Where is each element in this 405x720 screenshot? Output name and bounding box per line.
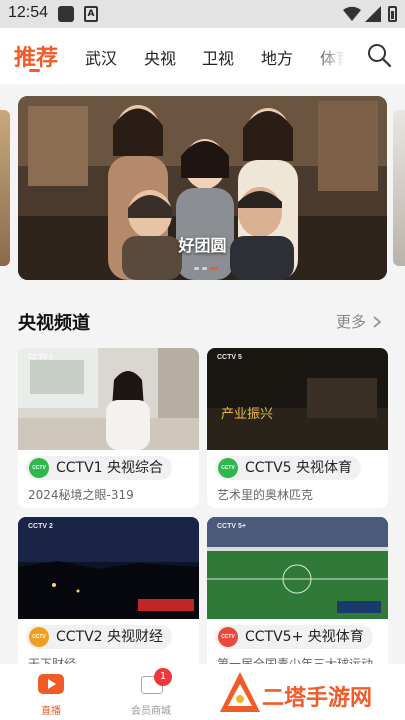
tab-scroll-fade	[312, 28, 356, 84]
tab-satellite[interactable]: 卫视	[202, 45, 234, 69]
channel-card-cctv2[interactable]: CCTV 2 CCTV CCTV2 央视财经 天下财经	[18, 517, 199, 677]
search-icon[interactable]	[366, 42, 392, 68]
more-label: 更多	[336, 313, 367, 331]
channel-name-chip: CCTV CCTV1 央视综合	[26, 456, 173, 480]
carousel-dot	[194, 267, 199, 270]
channel-card-cctv1[interactable]: CCTV 1 CCTV CCTV1 央视综合 2024秘境之眼-319	[18, 348, 199, 508]
carousel-dots	[194, 258, 221, 277]
battery-icon	[388, 6, 397, 22]
program-title: 艺术里的奥林匹克	[217, 488, 314, 502]
cctv-watermark: CCTV 5+	[217, 523, 246, 530]
program-title: 2024秘境之眼-319	[28, 488, 134, 502]
watermark-text: 二塔手游网	[262, 686, 373, 711]
svg-text:产业振兴: 产业振兴	[221, 407, 273, 422]
notification-icon	[58, 6, 74, 22]
wifi-icon	[343, 6, 361, 22]
more-link[interactable]: 更多	[336, 311, 383, 332]
channel-name: CCTV1 央视综合	[56, 460, 164, 476]
nav-shop-label: 会员商城	[131, 706, 171, 717]
channel-name: CCTV5 央视体育	[245, 460, 353, 476]
cctv-watermark: CCTV 5	[217, 354, 242, 361]
tab-local[interactable]: 地方	[261, 45, 293, 69]
category-tab-bar: 推荐 武汉 央视 卫视 地方 体育	[0, 28, 405, 84]
cctv-watermark: CCTV 2	[28, 523, 53, 530]
signal-icon	[365, 6, 381, 22]
channel-thumbnail	[207, 517, 388, 619]
channel-name: CCTV5+ 央视体育	[245, 629, 364, 645]
carousel-dot	[202, 267, 207, 270]
banner-carousel[interactable]: 好团圆	[0, 96, 405, 280]
channel-name-chip: CCTV CCTV5+ 央视体育	[215, 625, 373, 649]
channel-logo-icon: CCTV	[29, 458, 49, 478]
tab-cctv[interactable]: 央视	[144, 45, 176, 69]
status-bar: 12:54 A	[0, 0, 405, 28]
channel-name-chip: CCTV CCTV5 央视体育	[215, 456, 362, 480]
channel-logo-icon: CCTV	[218, 458, 238, 478]
channel-thumbnail	[18, 517, 199, 619]
channel-card-cctv5plus[interactable]: CCTV 5+ CCTV CCTV5+ 央视体育 第一届全国青少年三大球运动	[207, 517, 388, 677]
status-time: 12:54	[8, 4, 49, 21]
tab-wuhan[interactable]: 武汉	[85, 45, 117, 69]
app-notification-icon: A	[84, 6, 98, 22]
banner-prev-peek	[0, 110, 10, 266]
channel-card-cctv5[interactable]: 产业振兴 CCTV 5 CCTV CCTV5 央视体育 艺术里的奥林匹克	[207, 348, 388, 508]
tab-recommended[interactable]: 推荐	[14, 40, 58, 72]
notification-badge: 1	[154, 668, 172, 686]
channel-logo-icon: CCTV	[218, 627, 238, 647]
channel-name-chip: CCTV CCTV2 央视财经	[26, 625, 173, 649]
nav-live-label: 直播	[41, 706, 61, 717]
watermark-logo-icon	[220, 672, 260, 712]
channel-thumbnail: 产业振兴	[207, 348, 388, 450]
banner-title: 好团圆	[178, 236, 227, 255]
channel-name: CCTV2 央视财经	[56, 629, 164, 645]
channel-logo-icon: CCTV	[29, 627, 49, 647]
banner-next-peek	[393, 110, 405, 266]
chevron-right-icon	[373, 316, 382, 328]
active-tab-indicator	[29, 69, 40, 72]
channel-thumbnail	[18, 348, 199, 450]
section-title: 央视频道	[18, 313, 90, 334]
banner-slide[interactable]: 好团圆	[18, 96, 387, 280]
carousel-dot-active	[210, 267, 218, 270]
cctv-watermark: CCTV 1	[28, 354, 53, 361]
live-tv-icon	[38, 674, 64, 694]
